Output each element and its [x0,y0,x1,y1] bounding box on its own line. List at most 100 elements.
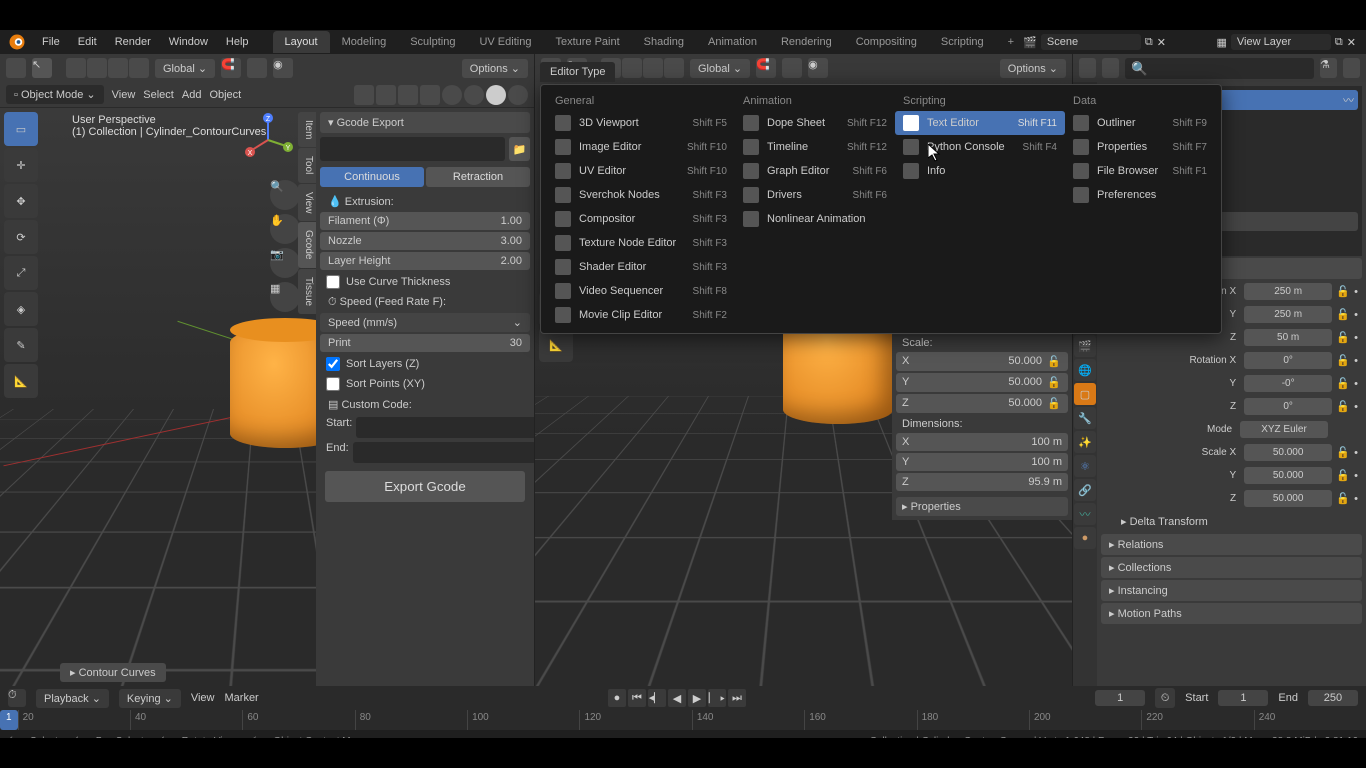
play-icon[interactable]: ▶ [688,689,706,707]
tab-rendering[interactable]: Rendering [769,31,844,53]
autokey-icon[interactable]: ● [608,689,626,707]
locy-field[interactable]: 250 m [1244,306,1332,323]
stab-item[interactable]: Item [298,112,316,147]
camera-icon[interactable]: 📷 [270,248,300,278]
mitem-compositor[interactable]: CompositorShift F3 [547,207,735,231]
mitem-properties[interactable]: PropertiesShift F7 [1065,135,1215,159]
curve-data-icon[interactable]: 〰 [1343,92,1354,108]
shade-matcap-icon[interactable] [486,85,506,105]
scene-selector[interactable]: 🎬 Scene ⧉ ✕ [1023,34,1166,50]
continuous-button[interactable]: Continuous [320,167,424,187]
menu-render[interactable]: Render [107,32,159,52]
end-frame[interactable]: 250 [1308,690,1358,706]
mode-dropdown[interactable]: ▫ Object Mode ⌄ [6,85,104,104]
mitem-info[interactable]: Info [895,159,1065,183]
lock-icon[interactable]: 🔓 [1046,397,1062,410]
editor-type-button[interactable] [6,58,26,78]
lock-icon[interactable]: 🔓 [1336,308,1350,322]
keying-dropdown[interactable]: Keying ⌄ [119,689,181,708]
shading-btn-2[interactable] [376,85,396,105]
scale-z-field[interactable]: Z50.000🔓 [896,394,1068,413]
mitem-timeline[interactable]: TimelineShift F12 [735,135,895,159]
ptab-world[interactable]: 🌐 [1074,359,1096,381]
speed-dropdown[interactable]: Speed (mm/s)⌄ [320,313,530,332]
left-3d-viewport[interactable]: ▭ ✛ ✥ ⟳ ⤢ ◈ ✎ 📐 User Perspective (1) Col… [0,108,534,686]
layer-copy-icon[interactable]: ⧉ [1335,36,1343,49]
print-field[interactable]: Print30 [320,334,530,352]
cursor-tool[interactable]: ✛ [4,148,38,182]
lock-icon[interactable]: 🔓 [1336,331,1350,345]
mitem-preferences[interactable]: Preferences [1065,183,1215,207]
stab-gcode[interactable]: Gcode [298,222,316,267]
prop-edit-icon[interactable]: ◉ [273,58,293,78]
snap-icon-r[interactable]: 🧲 [756,58,776,78]
delta-section[interactable]: ▸ Delta Transform [1101,511,1362,532]
anim-dot[interactable]: • [1354,493,1358,505]
pan-icon[interactable]: ✋ [270,214,300,244]
relations-section[interactable]: ▸ Relations [1101,534,1362,555]
mitem-movieclip[interactable]: Movie Clip EditorShift F2 [547,303,735,327]
anim-dot[interactable]: • [1354,447,1358,459]
scale-x-field[interactable]: X50.000🔓 [896,352,1068,371]
mitem-shader[interactable]: Shader EditorShift F3 [547,255,735,279]
mitem-outliner[interactable]: OutlinerShift F9 [1065,111,1215,135]
stab-tool[interactable]: Tool [298,148,316,182]
ptab-physics[interactable]: ⚛ [1074,455,1096,477]
snap-target-icon[interactable] [247,58,267,78]
orientation-dropdown[interactable]: Global ⌄ [155,59,215,78]
sort-z-check[interactable] [326,357,340,371]
lock-icon[interactable]: 🔓 [1336,492,1350,506]
collections-section[interactable]: ▸ Collections [1101,557,1362,578]
mitem-imageeditor[interactable]: Image EditorShift F10 [547,135,735,159]
start-field[interactable] [356,417,534,438]
rotx-field[interactable]: 0° [1244,352,1332,369]
menu-help[interactable]: Help [218,32,257,52]
dim-x-field[interactable]: X100 m [896,433,1068,451]
tab-layout[interactable]: Layout [273,31,330,53]
persp-icon[interactable]: ▦ [270,282,300,312]
vp-menu-select[interactable]: Select [143,89,174,101]
anim-dot[interactable]: • [1354,309,1358,321]
tab-shading[interactable]: Shading [632,31,696,53]
locx-field[interactable]: 250 m [1244,283,1332,300]
tab-animation[interactable]: Animation [696,31,769,53]
ptab-modifiers[interactable]: 🔧 [1074,407,1096,429]
sort-xy-check[interactable] [326,377,340,391]
viewlayer-selector[interactable]: ▦ View Layer ⧉ ✕ [1217,34,1356,50]
mitem-dopesheet[interactable]: Dope SheetShift F12 [735,111,895,135]
stab-tissue[interactable]: Tissue [298,269,316,314]
lock-icon[interactable]: 🔓 [1046,376,1062,389]
play-rev-icon[interactable]: ◀ [668,689,686,707]
select-mode3-icon[interactable] [108,58,128,78]
scene-name[interactable]: Scene [1041,34,1141,50]
transform-tool[interactable]: ◈ [4,292,38,326]
export-gcode-button[interactable]: Export Gcode [325,471,525,502]
curve-thickness-check[interactable] [326,275,340,289]
cursor-tool-icon[interactable]: ↖ [32,58,52,78]
timeline-ruler[interactable]: 1 20 40 60 80 100 120 140 160 180 200 22… [0,710,1366,730]
prop-edit-icon-r[interactable]: ◉ [808,58,828,78]
rotz-field[interactable]: 0° [1244,398,1332,415]
tab-uv-editing[interactable]: UV Editing [467,31,543,53]
collection-footer[interactable]: ▸ Contour Curves [60,663,166,682]
stab-view[interactable]: View [298,184,316,222]
retraction-button[interactable]: Retraction [426,167,530,187]
roty-field[interactable]: -0° [1244,375,1332,392]
shade-render-icon[interactable] [508,85,528,105]
layer-field[interactable]: Layer Height2.00 [320,252,530,270]
shading-btn-3[interactable] [398,85,418,105]
tab-sculpting[interactable]: Sculpting [398,31,467,53]
select-mode4-icon[interactable] [129,58,149,78]
lock-icon[interactable]: 🔓 [1336,285,1350,299]
options-dropdown-r[interactable]: Options ⌄ [1000,59,1066,78]
folder-icon[interactable]: 📁 [509,137,530,161]
mitem-sequencer[interactable]: Video SequencerShift F8 [547,279,735,303]
outliner-type-icon[interactable] [1079,58,1096,78]
tab-modeling[interactable]: Modeling [330,31,399,53]
ptab-material[interactable]: ● [1074,527,1096,549]
mitem-pyconsole[interactable]: Python ConsoleShift F4 [895,135,1065,159]
select-box-tool[interactable]: ▭ [4,112,38,146]
viewlayer-name[interactable]: View Layer [1231,34,1331,50]
orientation-dropdown-r[interactable]: Global ⌄ [690,59,750,78]
scale-tool[interactable]: ⤢ [4,256,38,290]
